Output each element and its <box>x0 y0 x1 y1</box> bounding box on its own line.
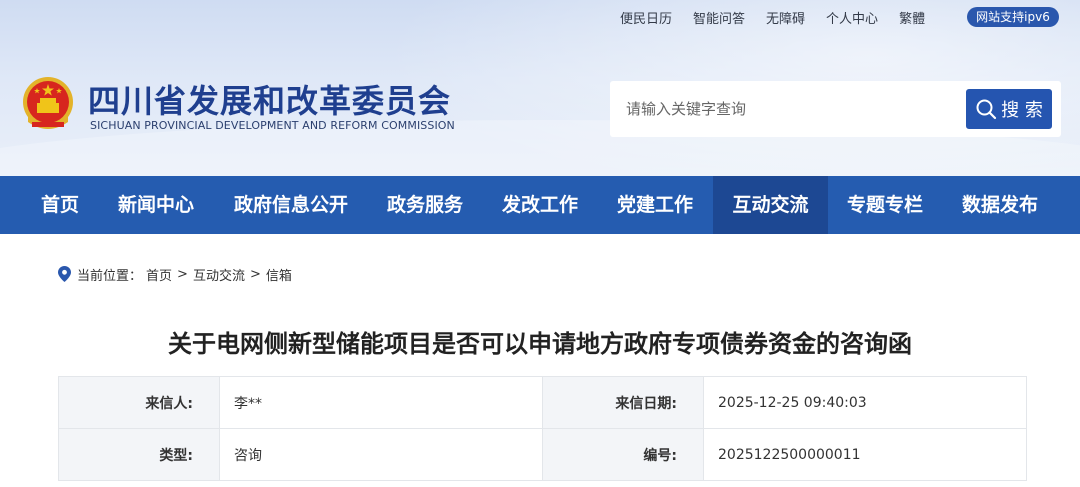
nav-item-home[interactable]: 首页 <box>20 176 100 234</box>
nav-item-special-topics[interactable]: 专题专栏 <box>832 176 938 234</box>
table-row: 来信人: 李** 来信日期: 2025-12-25 09:40:03 <box>58 376 1027 429</box>
number-value: 2025122500000011 <box>703 428 1027 481</box>
search-input[interactable] <box>626 97 956 121</box>
top-link-traditional-chinese[interactable]: 繁體 <box>899 8 925 27</box>
location-pin-icon <box>58 266 71 282</box>
main-nav: 首页 新闻中心 政府信息公开 政务服务 发改工作 党建工作 互动交流 专题专栏 … <box>0 176 1080 234</box>
letter-info-table: 来信人: 李** 来信日期: 2025-12-25 09:40:03 类型: 咨… <box>58 376 1027 481</box>
date-value: 2025-12-25 09:40:03 <box>703 376 1027 429</box>
ipv6-badge: 网站支持ipv6 <box>967 7 1059 27</box>
top-link-personal-center[interactable]: 个人中心 <box>826 8 878 27</box>
type-label: 类型: <box>58 428 220 481</box>
breadcrumb-separator: > <box>249 266 261 282</box>
breadcrumb-mailbox[interactable]: 信箱 <box>266 265 292 284</box>
search-icon <box>976 99 997 120</box>
breadcrumb-home[interactable]: 首页 <box>146 265 172 284</box>
top-link-accessibility[interactable]: 无障碍 <box>766 8 805 27</box>
page: 便民日历 智能问答 无障碍 个人中心 繁體 网站支持ipv6 四川省发展和改革委… <box>0 0 1080 487</box>
nav-item-news-center[interactable]: 新闻中心 <box>102 176 210 234</box>
number-label: 编号: <box>542 428 704 481</box>
breadcrumb-prefix: 当前位置： <box>77 268 143 284</box>
national-emblem-icon <box>23 77 73 129</box>
letter-title: 关于电网侧新型储能项目是否可以申请地方政府专项债券资金的咨询函 <box>168 330 912 358</box>
top-link-smart-qa[interactable]: 智能问答 <box>693 8 745 27</box>
nav-item-reform-work[interactable]: 发改工作 <box>488 176 592 234</box>
nav-item-gov-services[interactable]: 政务服务 <box>372 176 478 234</box>
site-header: 便民日历 智能问答 无障碍 个人中心 繁體 网站支持ipv6 四川省发展和改革委… <box>0 0 1080 176</box>
breadcrumb-separator: > <box>177 266 188 282</box>
top-links-bar: 便民日历 智能问答 无障碍 个人中心 繁體 网站支持ipv6 <box>620 7 1059 27</box>
nav-item-party-building[interactable]: 党建工作 <box>602 176 708 234</box>
site-title-en: SICHUAN PROVINCIAL DEVELOPMENT AND REFOR… <box>90 119 455 132</box>
site-title-cn[interactable]: 四川省发展和改革委员会 <box>88 76 451 122</box>
type-value: 咨询 <box>219 428 543 481</box>
search-box: 搜 索 <box>610 81 1061 137</box>
sender-label: 来信人: <box>58 376 220 429</box>
date-label: 来信日期: <box>542 376 704 429</box>
search-button[interactable]: 搜 索 <box>966 89 1052 129</box>
nav-item-data-release[interactable]: 数据发布 <box>948 176 1052 234</box>
table-row: 类型: 咨询 编号: 2025122500000011 <box>58 428 1027 481</box>
nav-item-interaction[interactable]: 互动交流 <box>713 176 828 234</box>
breadcrumb-interaction[interactable]: 互动交流 <box>193 265 245 284</box>
top-link-calendar[interactable]: 便民日历 <box>620 8 672 27</box>
search-button-label: 搜 索 <box>1001 100 1043 121</box>
nav-item-gov-info[interactable]: 政府信息公开 <box>220 176 362 234</box>
breadcrumb: 当前位置： 首页 > 互动交流 > 信箱 <box>58 264 292 284</box>
sender-value: 李** <box>219 376 543 429</box>
